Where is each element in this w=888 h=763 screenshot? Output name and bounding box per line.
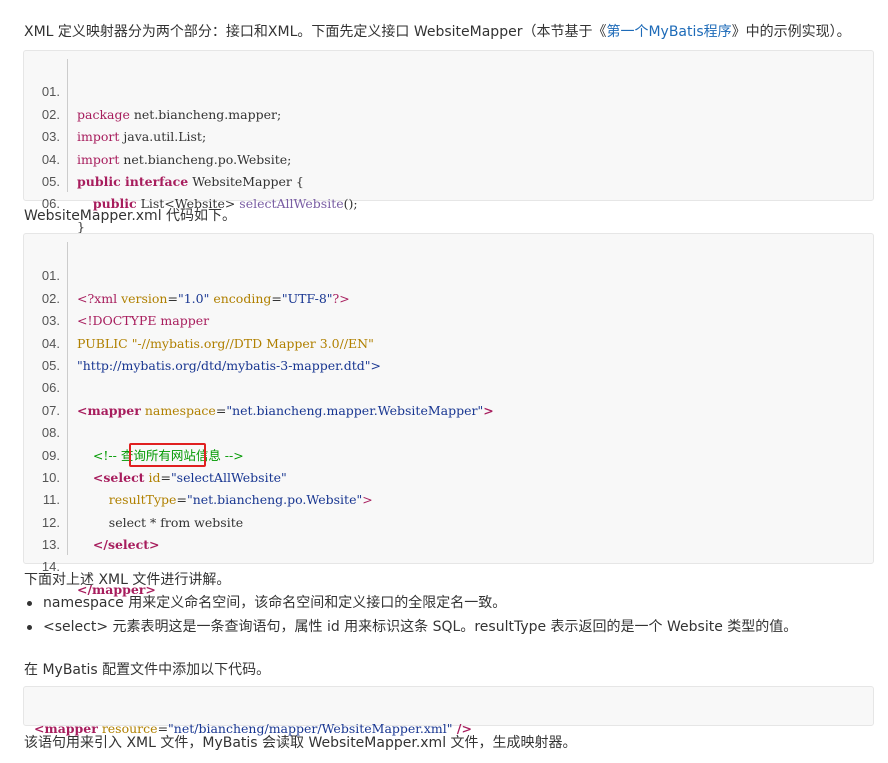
bullet-icon xyxy=(27,601,32,606)
mybatis-tutorial-link[interactable]: 第一个MyBatis程序 xyxy=(606,24,731,40)
code-line: 09. <select id="selectAllWebsite" xyxy=(24,422,873,485)
code-line: 05. public List<Website> selectAllWebsit… xyxy=(24,149,873,211)
code-line: 14. </mapper> xyxy=(24,534,873,596)
code-line: 04. public interface WebsiteMapper { xyxy=(24,126,873,189)
code-line: 02. <!DOCTYPE mapper xyxy=(24,265,873,328)
code-line: 12. </select> xyxy=(24,489,873,552)
xml-code-block: 01. <?xml version="1.0" encoding="UTF-8"… xyxy=(23,233,874,597)
code-line: 06. <mapper namespace="net.biancheng.map… xyxy=(24,355,873,417)
code-line: <mapper resource="net/biancheng/mapper/W… xyxy=(34,721,472,737)
code-line: 03. PUBLIC "-//mybatis.org//DTD Mapper 3… xyxy=(24,288,873,350)
list-item: namespace 用来定义命名空间，该命名空间和定义接口的全限定名一致。 xyxy=(24,591,797,615)
code-line: 04. "http://mybatis.org/dtd/mybatis-3-ma… xyxy=(24,310,873,373)
list-item: <select> 元素表明这是一条查询语句，属性 id 用来标识这条 SQL。r… xyxy=(24,615,797,639)
explain-bullet-list: namespace 用来定义命名空间，该命名空间和定义接口的全限定名一致。 <s… xyxy=(24,591,797,639)
code-line: 07. xyxy=(24,377,873,418)
xml-intro-text: WebsiteMapper.xml 代码如下。 xyxy=(24,208,237,224)
result-type-highlight-box xyxy=(129,443,206,467)
java-code-block: 01. package net.biancheng.mapper; 02. im… xyxy=(23,50,874,234)
code-line: 08. <!-- 查询所有网站信息 --> xyxy=(24,400,873,462)
explain-heading: 下面对上述 XML 文件进行讲解。 xyxy=(24,572,231,588)
code-line: 11. select * from website xyxy=(24,467,873,529)
code-line: 01. package net.biancheng.mapper; xyxy=(24,59,873,121)
code-line: 06. } xyxy=(24,171,873,233)
config-code-block: <mapper resource="net/biancheng/mapper/W… xyxy=(23,686,874,737)
code-line: 02. import java.util.List; xyxy=(24,81,873,144)
footer-text: 该语句用来引入 XML 文件，MyBatis 会读取 WebsiteMapper… xyxy=(24,735,577,751)
code-line: 03. import net.biancheng.po.Website; xyxy=(24,104,873,166)
config-intro-text: 在 MyBatis 配置文件中添加以下代码。 xyxy=(24,662,271,678)
method-name: selectAllWebsite xyxy=(239,196,344,212)
intro-text-before: XML 定义映射器分为两个部分：接口和XML。下面先定义接口 WebsiteMa… xyxy=(24,24,607,40)
bullet-icon xyxy=(27,625,32,630)
code-line: 05. xyxy=(24,333,873,373)
code-line: 01. <?xml version="1.0" encoding="UTF-8"… xyxy=(24,243,873,305)
code-line: 13. xyxy=(24,512,873,552)
intro-paragraph: XML 定义映射器分为两个部分：接口和XML。下面先定义接口 WebsiteMa… xyxy=(24,22,851,42)
intro-text-after: 》中的示例实现）。 xyxy=(731,24,851,40)
